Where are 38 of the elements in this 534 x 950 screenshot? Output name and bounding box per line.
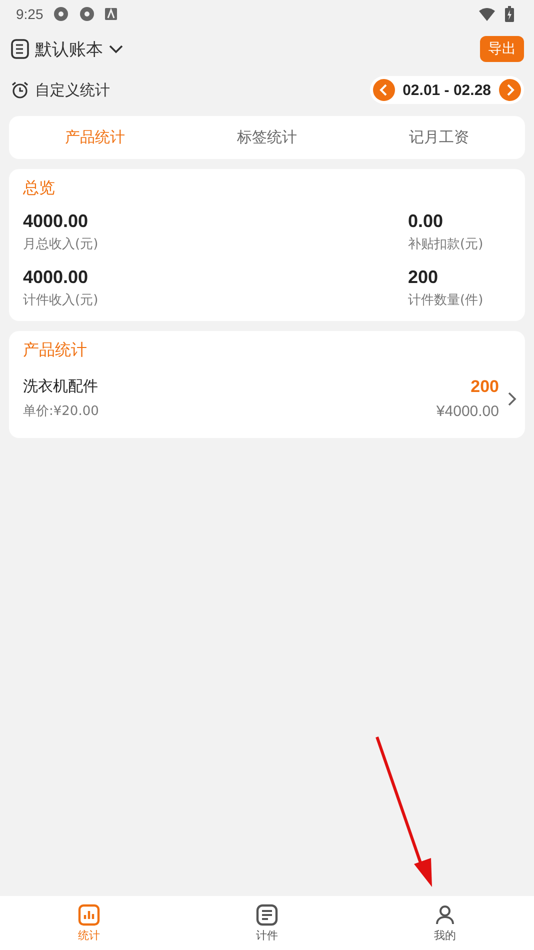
chart-icon — [78, 904, 100, 926]
ledger-name[interactable]: 默认账本 — [35, 38, 103, 60]
date-range: 02.01 - 02.28 — [402, 82, 491, 98]
product-amount: ¥4000.00 — [436, 403, 499, 420]
notification-icon — [79, 6, 96, 22]
next-button[interactable] — [499, 79, 521, 101]
status-time: 9:25 — [16, 6, 44, 22]
tab[interactable]: 记月工资 — [353, 116, 525, 159]
tab[interactable]: 标签统计 — [181, 116, 353, 159]
battery-icon — [505, 6, 514, 22]
stat-value: 4000.00 — [23, 267, 90, 288]
stat-label: 月总收入(元) — [23, 236, 100, 253]
person-icon — [434, 904, 456, 926]
notification-icon — [105, 8, 118, 20]
nav-item[interactable]: 计件 — [178, 896, 356, 950]
unit-price: 单价:¥20.00 — [23, 403, 99, 420]
chevron-down-icon[interactable] — [109, 44, 123, 54]
chevron-right-icon — [505, 84, 515, 96]
custom-stats-label[interactable]: 自定义统计 — [35, 80, 110, 100]
document-icon — [256, 904, 278, 926]
notification-icon — [53, 6, 70, 22]
card-title: 总览 — [22, 177, 56, 199]
chevron-left-icon — [378, 84, 389, 96]
stat-value: 200 — [408, 267, 440, 288]
stat-label: 补贴扣款(元) — [408, 236, 484, 253]
product-name[interactable]: 洗衣机配件 — [23, 377, 98, 396]
chevron-right-icon[interactable] — [507, 392, 517, 406]
product-count: 200 — [470, 377, 499, 397]
nav-item[interactable]: 我的 — [356, 896, 534, 950]
wifi-icon — [479, 8, 495, 20]
stat-label: 计件收入(元) — [23, 292, 100, 309]
card-title: 产品统计 — [22, 339, 88, 361]
alarm-clock-icon — [11, 81, 29, 99]
stat-value: 0.00 — [408, 211, 444, 232]
ledger-icon[interactable] — [11, 39, 29, 59]
stat-value: 4000.00 — [23, 211, 90, 232]
stat-label: 计件数量(件) — [408, 292, 484, 309]
previous-button[interactable] — [372, 79, 395, 101]
